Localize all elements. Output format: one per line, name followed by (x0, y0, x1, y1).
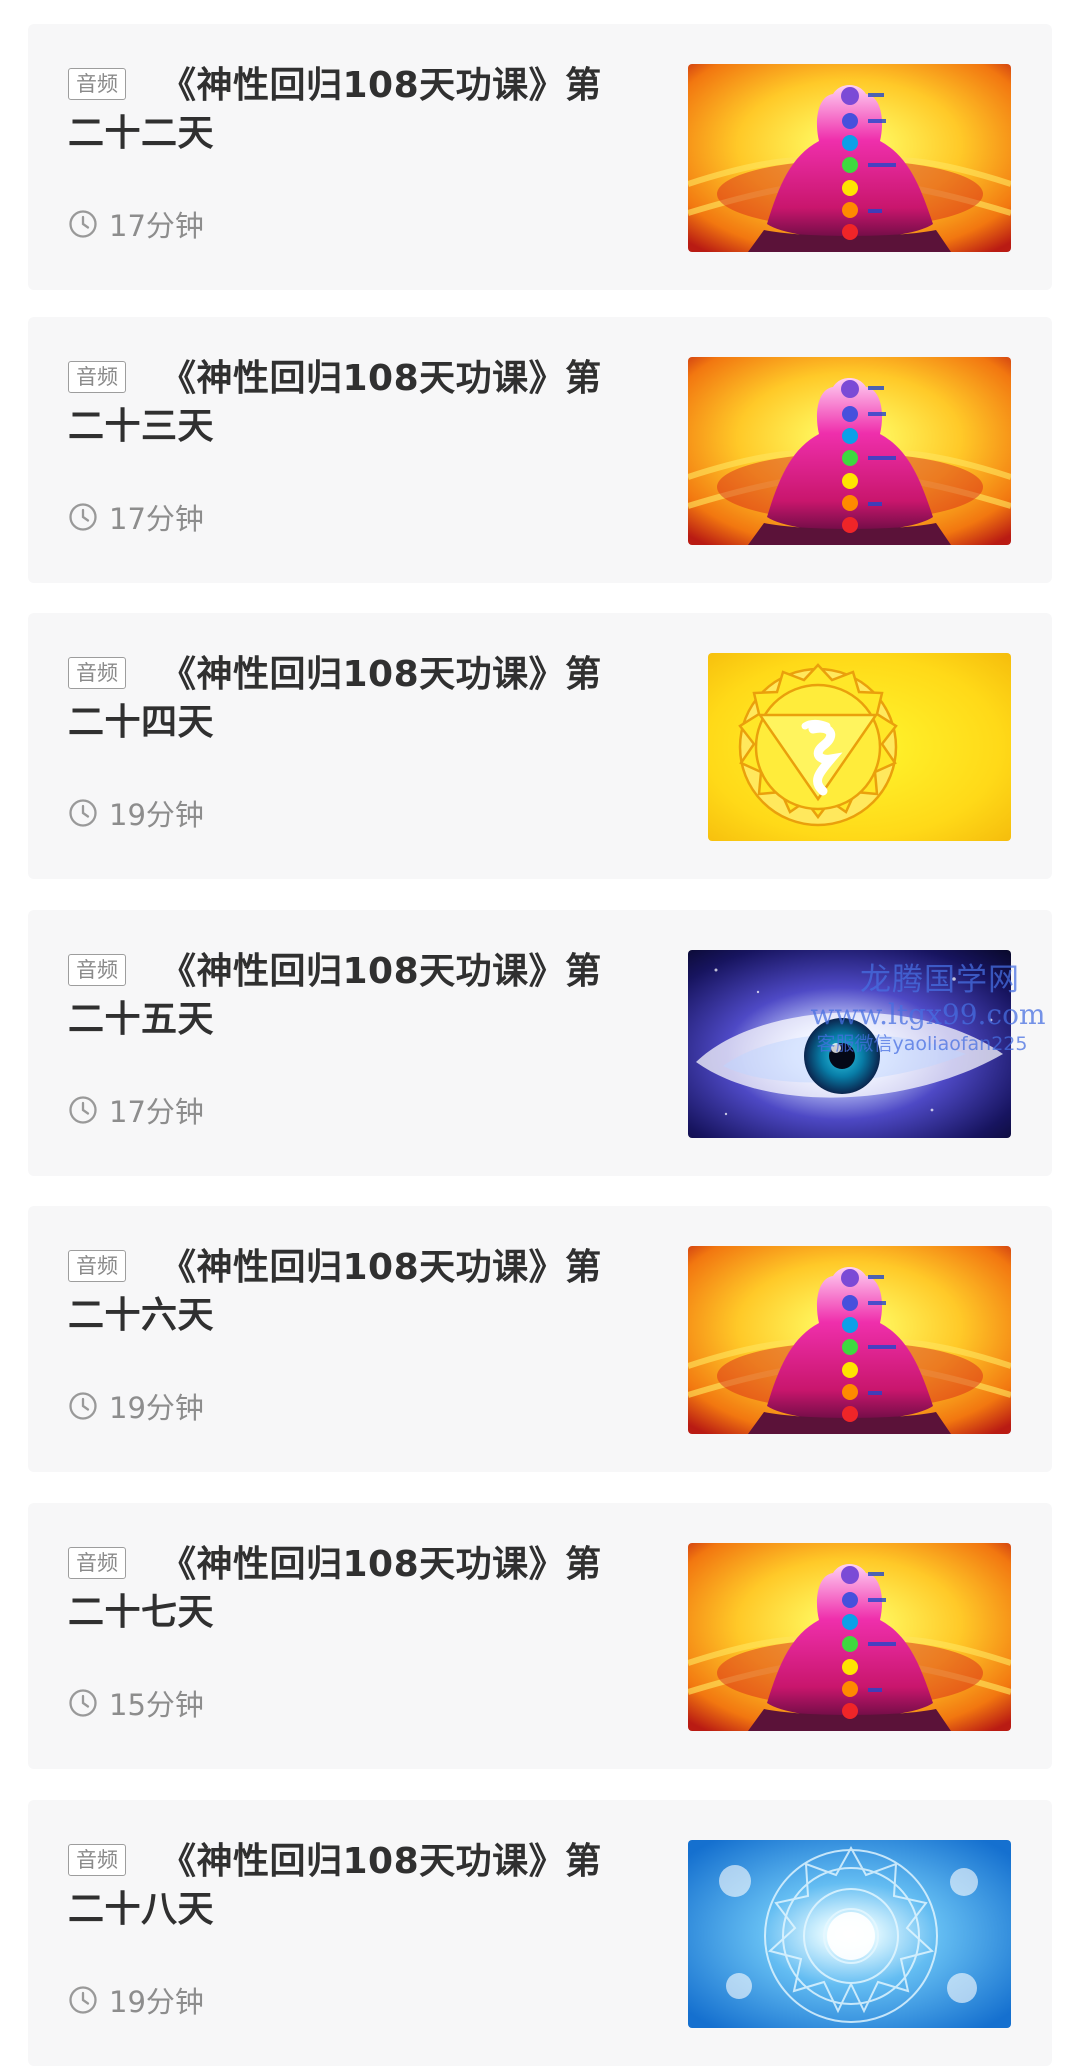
lesson-card-day-27[interactable]: 音频 《神性回归108天功课》第二十七天 15分钟 (28, 1503, 1052, 1769)
lesson-card-day-25[interactable]: 音频 《神性回归108天功课》第二十五天 17分钟 (28, 910, 1052, 1176)
duration-text: 19分钟 (109, 798, 204, 832)
duration-text: 17分钟 (109, 502, 204, 536)
clock-icon (69, 1986, 97, 2014)
lesson-thumbnail-chakra-meditation[interactable] (688, 64, 1011, 252)
lesson-card-day-24[interactable]: 音频 《神性回归108天功课》第二十四天 19分钟 (28, 613, 1052, 879)
lesson-duration: 17分钟 (68, 1092, 204, 1129)
lesson-title[interactable]: 《神性回归108天功课》第二十六天 (68, 1244, 628, 1340)
lesson-duration: 19分钟 (68, 795, 204, 832)
lesson-duration: 17分钟 (68, 206, 204, 243)
duration-text: 17分钟 (109, 209, 204, 243)
lesson-duration: 19分钟 (68, 1388, 204, 1425)
lesson-duration: 17分钟 (68, 499, 204, 536)
lesson-thumbnail-cosmic-eye[interactable] (688, 950, 1011, 1138)
lesson-duration: 15分钟 (68, 1685, 204, 1722)
lesson-card-day-28[interactable]: 音频 《神性回归108天功课》第二十八天 19分钟 (28, 1800, 1052, 2066)
duration-text: 19分钟 (109, 1985, 204, 2019)
lesson-title[interactable]: 《神性回归108天功课》第二十五天 (68, 948, 628, 1044)
lesson-card-day-23[interactable]: 音频 《神性回归108天功课》第二十三天 17分钟 (28, 317, 1052, 583)
lesson-title[interactable]: 《神性回归108天功课》第二十四天 (68, 651, 628, 747)
lesson-card-day-22[interactable]: 音频 《神性回归108天功课》第二十二天 17分钟 (28, 24, 1052, 290)
duration-text: 17分钟 (109, 1095, 204, 1129)
clock-icon (69, 1392, 97, 1420)
clock-icon (69, 1096, 97, 1124)
lesson-thumbnail-chakra-meditation[interactable] (688, 357, 1011, 545)
lesson-duration: 19分钟 (68, 1982, 204, 2019)
duration-text: 19分钟 (109, 1391, 204, 1425)
lesson-thumbnail-chakra-meditation[interactable] (688, 1543, 1011, 1731)
lesson-thumbnail-chakra-meditation[interactable] (688, 1246, 1011, 1434)
lesson-title[interactable]: 《神性回归108天功课》第二十三天 (68, 355, 628, 451)
lesson-title[interactable]: 《神性回归108天功课》第二十七天 (68, 1541, 628, 1637)
lesson-card-day-26[interactable]: 音频 《神性回归108天功课》第二十六天 19分钟 (28, 1206, 1052, 1472)
clock-icon (69, 503, 97, 531)
duration-text: 15分钟 (109, 1688, 204, 1722)
clock-icon (69, 799, 97, 827)
clock-icon (69, 1689, 97, 1717)
lesson-thumbnail-solar-plexus-symbol[interactable] (708, 653, 1011, 841)
lesson-title[interactable]: 《神性回归108天功课》第二十二天 (68, 62, 628, 158)
lesson-thumbnail-blue-mandala[interactable] (688, 1840, 1011, 2028)
clock-icon (69, 210, 97, 238)
audio-lesson-list: 音频 《神性回归108天功课》第二十二天 17分钟 音频 《神性回归108天功课… (0, 0, 1080, 2066)
lesson-title[interactable]: 《神性回归108天功课》第二十八天 (68, 1838, 628, 1934)
